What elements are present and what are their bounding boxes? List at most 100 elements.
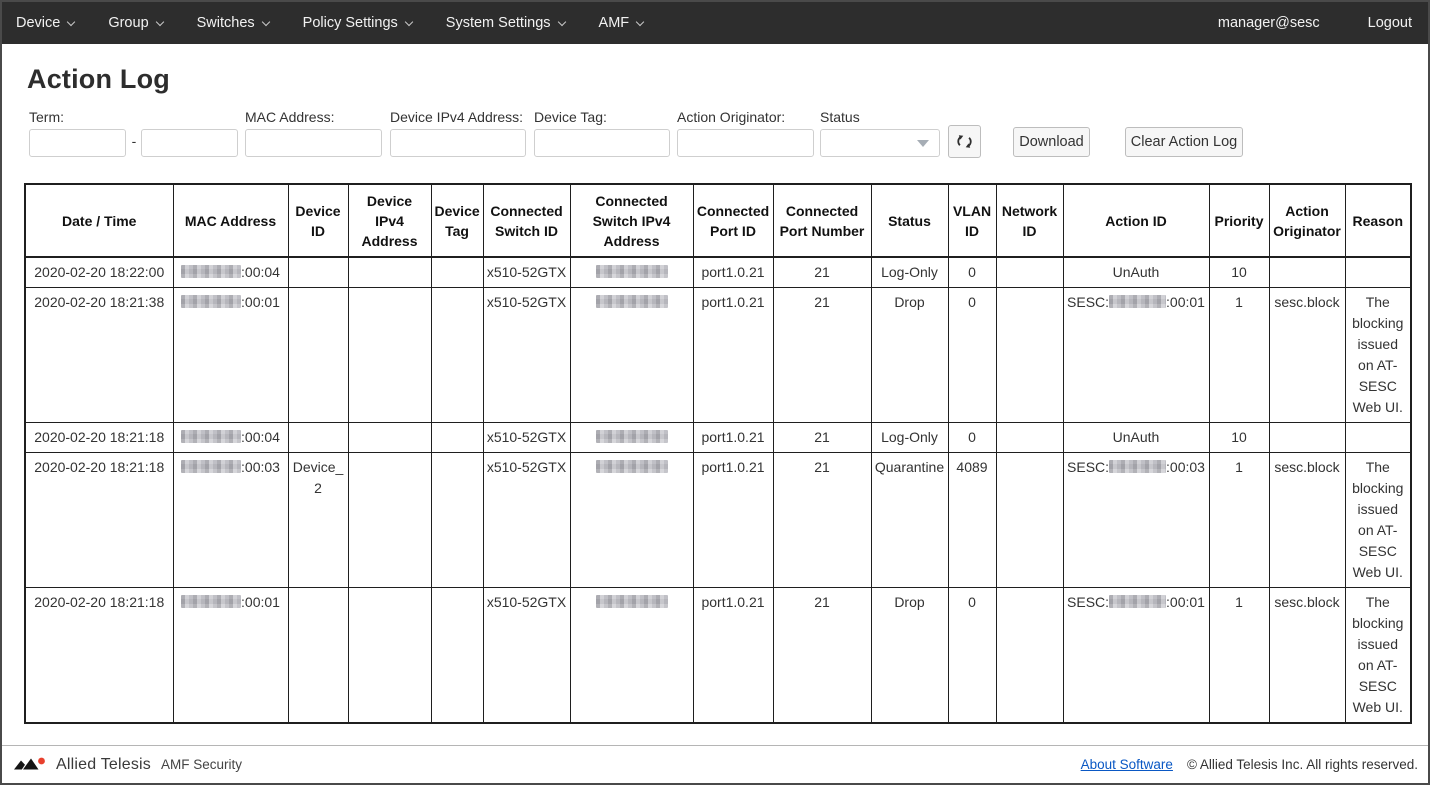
table-cell: [431, 453, 483, 588]
term-range-separator: -: [130, 133, 138, 149]
table-cell: 2020-02-20 18:21:18: [25, 423, 173, 453]
download-button[interactable]: Download: [1013, 127, 1090, 157]
chevron-down-icon: [67, 17, 75, 25]
brand-block: Allied Telesis AMF Security: [14, 756, 242, 774]
table-cell: [288, 288, 348, 423]
table-cell: Log-Only: [871, 257, 948, 288]
page-footer: Allied Telesis AMF Security About Softwa…: [2, 745, 1428, 783]
nav-menu-system-settings[interactable]: System Settings: [446, 15, 565, 31]
status-select[interactable]: [820, 129, 940, 157]
table-cell: [570, 423, 693, 453]
table-container: Date / TimeMAC AddressDevice IDDevice IP…: [24, 183, 1428, 724]
table-cell: [996, 453, 1063, 588]
brand-name: Allied Telesis: [56, 756, 151, 774]
masked-value: [181, 460, 241, 473]
table-cell: 0: [948, 288, 996, 423]
device-ipv4-input[interactable]: [390, 129, 526, 157]
table-cell: :00:01: [173, 588, 288, 724]
nav-menu-policy-settings[interactable]: Policy Settings: [303, 15, 412, 31]
nav-menu-device[interactable]: Device: [16, 15, 74, 31]
nav-menu-device-label: Device: [16, 15, 60, 31]
column-header: MAC Address: [173, 184, 288, 257]
table-cell: Quarantine: [871, 453, 948, 588]
logged-in-user: manager@sesc: [1218, 15, 1320, 31]
table-cell: x510-52GTX: [483, 588, 570, 724]
nav-menu-group[interactable]: Group: [108, 15, 162, 31]
refresh-button[interactable]: [948, 125, 981, 158]
table-cell: x510-52GTX: [483, 257, 570, 288]
table-cell: 21: [773, 588, 871, 724]
clear-action-log-button[interactable]: Clear Action Log: [1125, 127, 1243, 157]
table-cell: [1269, 257, 1345, 288]
column-header: Connected Switch ID: [483, 184, 570, 257]
action-originator-input[interactable]: [677, 129, 814, 157]
masked-value: [1109, 595, 1166, 608]
table-cell: [570, 453, 693, 588]
masked-value: [1109, 460, 1166, 473]
logout-button[interactable]: Logout: [1368, 15, 1412, 31]
table-cell: 0: [948, 257, 996, 288]
chevron-down-icon: [557, 17, 565, 25]
table-cell: [996, 288, 1063, 423]
column-header: Connected Port Number: [773, 184, 871, 257]
table-cell: 1: [1209, 288, 1269, 423]
masked-value: [181, 595, 241, 608]
action-log-table: Date / TimeMAC AddressDevice IDDevice IP…: [24, 183, 1412, 724]
table-cell: [570, 288, 693, 423]
nav-menu-switches-label: Switches: [197, 15, 255, 31]
masked-value: [181, 265, 241, 278]
table-cell: SESC::00:03: [1063, 453, 1209, 588]
chevron-down-icon: [636, 17, 644, 25]
term-from-input[interactable]: [29, 129, 126, 157]
nav-menu-amf[interactable]: AMF: [599, 15, 644, 31]
column-header: VLAN ID: [948, 184, 996, 257]
masked-value: [596, 295, 668, 308]
table-cell: [431, 257, 483, 288]
allied-telesis-logo-icon: [14, 756, 50, 773]
column-header: Action Originator: [1269, 184, 1345, 257]
mac-address-input[interactable]: [245, 129, 382, 157]
table-cell: 2020-02-20 18:21:18: [25, 453, 173, 588]
table-cell: Device_2: [288, 453, 348, 588]
table-cell: Drop: [871, 288, 948, 423]
table-cell: 2020-02-20 18:21:18: [25, 588, 173, 724]
table-cell: Drop: [871, 588, 948, 724]
table-cell: 1: [1209, 453, 1269, 588]
table-cell: port1.0.21: [693, 288, 773, 423]
table-cell: 21: [773, 288, 871, 423]
table-cell: 21: [773, 257, 871, 288]
table-cell: Log-Only: [871, 423, 948, 453]
chevron-down-icon: [261, 17, 269, 25]
column-header: Priority: [1209, 184, 1269, 257]
about-software-link[interactable]: About Software: [1081, 757, 1173, 772]
table-cell: 4089: [948, 453, 996, 588]
table-cell: [431, 588, 483, 724]
nav-menu-policy-settings-label: Policy Settings: [303, 15, 398, 31]
copyright-text: © Allied Telesis Inc. All rights reserve…: [1187, 757, 1418, 772]
masked-value: [181, 430, 241, 443]
page-title: Action Log: [27, 64, 1428, 95]
product-name: AMF Security: [161, 757, 242, 772]
filter-bar: Term: - MAC Address: Device IPv4 Address…: [2, 109, 1428, 167]
table-cell: 10: [1209, 257, 1269, 288]
table-cell: [431, 423, 483, 453]
table-cell: UnAuth: [1063, 423, 1209, 453]
dropdown-caret-icon: [917, 140, 929, 147]
table-cell: [1345, 257, 1411, 288]
table-cell: 21: [773, 423, 871, 453]
table-cell: 2020-02-20 18:21:38: [25, 288, 173, 423]
column-header: Action ID: [1063, 184, 1209, 257]
table-row: 2020-02-20 18:21:18:00:04x510-52GTXport1…: [25, 423, 1411, 453]
table-cell: [431, 288, 483, 423]
nav-menu-switches[interactable]: Switches: [197, 15, 269, 31]
table-cell: sesc.block: [1269, 588, 1345, 724]
table-cell: The blocking issued on AT-SESC Web UI.: [1345, 588, 1411, 724]
table-cell: :00:04: [173, 257, 288, 288]
term-to-input[interactable]: [141, 129, 238, 157]
mac-address-label: MAC Address:: [245, 109, 334, 125]
table-cell: [348, 288, 431, 423]
nav-menu-system-settings-label: System Settings: [446, 15, 551, 31]
table-cell: 1: [1209, 588, 1269, 724]
device-tag-input[interactable]: [534, 129, 670, 157]
table-cell: port1.0.21: [693, 423, 773, 453]
